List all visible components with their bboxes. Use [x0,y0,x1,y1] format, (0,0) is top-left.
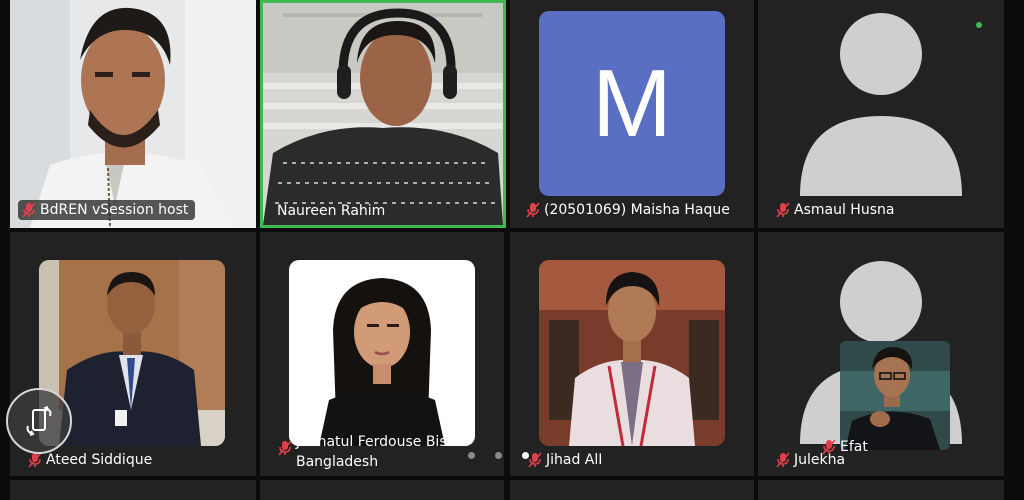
mic-off-icon [22,202,36,218]
avatar-initial: M [592,49,672,157]
mic-off-icon [526,202,540,218]
participant-tile[interactable]: M (20501069) Maisha Haque [510,0,754,228]
self-view[interactable] [840,341,950,450]
self-name-badge: Efat [822,438,868,456]
page-indicator[interactable] [468,452,529,459]
participant-name-badge: (20501069) Maisha Haque [526,201,730,219]
page-dot-current[interactable] [522,452,529,459]
participant-name-badge: Naureen Rahim [277,202,385,220]
mic-off-icon [776,452,790,468]
participant-tile-partial[interactable] [758,480,1004,500]
participant-video [10,0,256,228]
participant-tile[interactable]: Asmaul Husna [758,0,1004,228]
rotate-screen-button[interactable] [6,388,72,454]
participant-name: BdREN vSession host [40,202,189,218]
participant-tile-partial[interactable] [510,480,754,500]
participant-name-badge: Jannatul Ferdouse Bisma Bangladesh [278,432,469,472]
page-dot[interactable] [468,452,475,459]
page-dot[interactable] [495,452,502,459]
profile-photo [539,260,725,446]
participant-name: Jannatul Ferdouse Bisma [296,434,469,450]
participant-tile-active-speaker[interactable]: Naureen Rahim [260,0,506,228]
mic-off-icon [776,202,790,218]
participant-tile-partial[interactable] [10,480,256,500]
participant-name-badge: Asmaul Husna [776,201,894,219]
participant-tile-partial[interactable] [260,480,504,500]
participant-name: Ateed Siddique [46,452,153,468]
participant-name-badge: BdREN vSession host [18,200,196,220]
status-dot [976,22,982,28]
participant-tile[interactable]: Jihad AlI [510,232,754,476]
participant-name: Jihad AlI [546,452,603,468]
participant-name-badge: Ateed Siddique [28,451,152,469]
participant-name: (20501069) Maisha Haque [544,202,730,218]
participant-name: Asmaul Husna [794,202,895,218]
participant-tile[interactable]: Jannatul Ferdouse Bisma Bangladesh [260,232,504,476]
mic-off-icon [822,439,836,455]
participant-tile[interactable]: BdREN vSession host [10,0,256,228]
mic-off-icon [28,452,42,468]
mic-off-icon [278,440,292,456]
participant-name-lines: Jannatul Ferdouse Bisma Bangladesh [296,432,469,472]
participant-name: Naureen Rahim [277,203,386,219]
self-name: Efat [840,439,868,455]
participant-video [263,3,503,225]
participant-name-secondary: Bangladesh [296,454,379,470]
participant-name-badge: Jihad AlI [528,451,602,469]
initial-avatar: M [539,11,725,196]
self-video [840,341,950,450]
screen-rotate-icon [26,406,52,436]
profile-photo [289,260,475,446]
mic-off-icon [528,452,542,468]
person-silhouette-icon [800,13,962,196]
